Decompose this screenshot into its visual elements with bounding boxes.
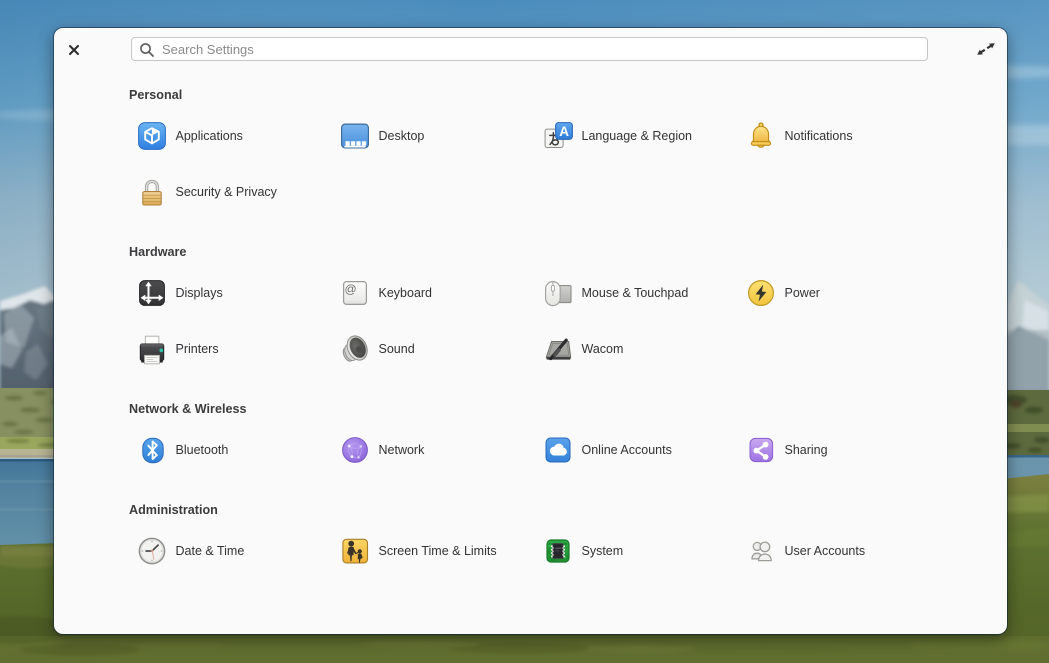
svg-text:A: A [559, 124, 569, 139]
svg-text:@: @ [345, 282, 357, 296]
